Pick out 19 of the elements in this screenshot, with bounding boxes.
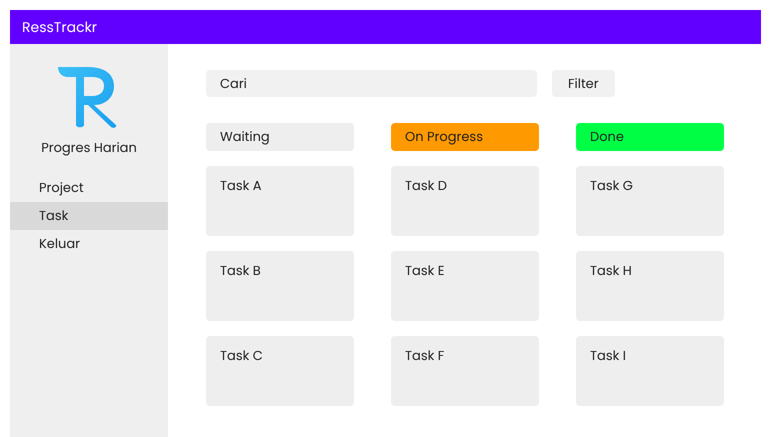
sidebar-item[interactable]: Project	[10, 174, 168, 202]
sidebar-item[interactable]: Task	[10, 202, 168, 230]
task-card[interactable]: Task H	[576, 251, 724, 321]
task-card[interactable]: Task B	[206, 251, 354, 321]
filter-button[interactable]: Filter	[552, 70, 615, 97]
task-card[interactable]: Task E	[391, 251, 539, 321]
task-card[interactable]: Task F	[391, 336, 539, 406]
task-card[interactable]: Task I	[576, 336, 724, 406]
column-header: Done	[576, 123, 724, 151]
app-title: RessTrackr	[22, 16, 97, 38]
task-card[interactable]: Task A	[206, 166, 354, 236]
task-card[interactable]: Task G	[576, 166, 724, 236]
search-field[interactable]: Cari	[206, 70, 537, 97]
task-card[interactable]: Task D	[391, 166, 539, 236]
column-header: Waiting	[206, 123, 354, 151]
sidebar-item[interactable]: Keluar	[10, 230, 168, 258]
task-card[interactable]: Task C	[206, 336, 354, 406]
column-header: On Progress	[391, 123, 539, 151]
sidebar-subtitle: Progres Harian	[41, 138, 137, 158]
